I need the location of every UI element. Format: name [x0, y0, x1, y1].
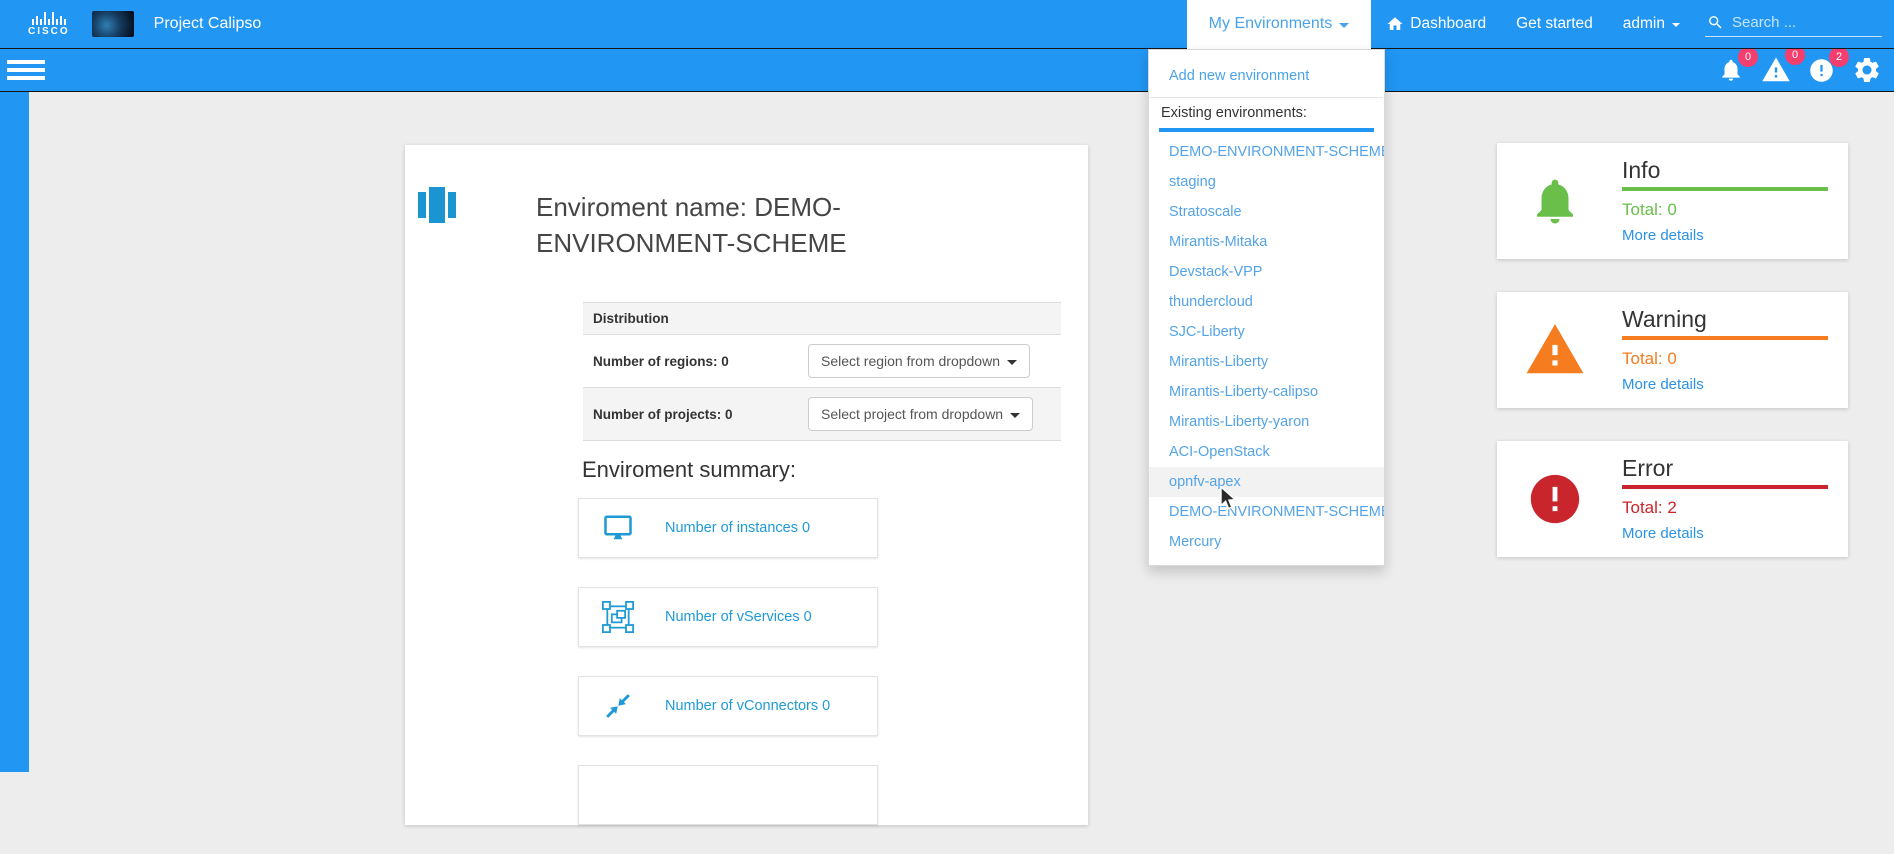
- nav-user-label: admin: [1623, 15, 1665, 33]
- navbar-menu: My Environments Dashboard Get started ad…: [1187, 0, 1894, 48]
- chevron-down-icon: [1007, 360, 1017, 365]
- top-navbar: CISCO Project Calipso My Environments Da…: [0, 0, 1894, 49]
- info-status-card: Info Total: 0 More details: [1497, 143, 1848, 259]
- env-menu-item[interactable]: Mirantis-Mitaka: [1149, 227, 1384, 257]
- warning-triangle-icon: [1523, 308, 1587, 392]
- notification-icons: 0 0 2: [1718, 55, 1882, 85]
- env-menu-item[interactable]: SJC-Liberty: [1149, 317, 1384, 347]
- chevron-down-icon: [1672, 23, 1680, 27]
- error-circle-icon: [1523, 457, 1587, 541]
- cisco-logo: CISCO: [28, 11, 70, 37]
- error-status-card: Error Total: 2 More details: [1497, 441, 1848, 557]
- select-project-label: Select project from dropdown: [821, 406, 1003, 422]
- environment-carousel-icon: [418, 185, 456, 225]
- select-region-label: Select region from dropdown: [821, 353, 1000, 369]
- mouse-cursor: [1218, 486, 1240, 512]
- vservices-link: Number of vServices 0: [665, 609, 812, 625]
- info-title: Info: [1622, 157, 1828, 184]
- vservices-summary-card[interactable]: Number of vServices 0: [578, 587, 878, 647]
- env-menu-item[interactable]: thundercloud: [1149, 287, 1384, 317]
- nav-dashboard-label: Dashboard: [1410, 15, 1486, 33]
- env-menu-item[interactable]: Mirantis-Liberty-calipso: [1149, 377, 1384, 407]
- menu-divider: [1150, 97, 1383, 98]
- vservices-icon: [601, 601, 635, 633]
- nav-user-menu[interactable]: admin: [1623, 15, 1680, 33]
- info-bell-icon: [1523, 159, 1587, 243]
- search-icon: [1707, 14, 1724, 31]
- info-underline: [1622, 187, 1828, 191]
- vconnectors-link: Number of vConnectors 0: [665, 698, 830, 714]
- info-total: Total: 0: [1622, 200, 1828, 220]
- regions-label: Number of regions: 0: [593, 354, 808, 369]
- env-menu-item[interactable]: Devstack-VPP: [1149, 257, 1384, 287]
- nav-get-started[interactable]: Get started: [1516, 15, 1593, 33]
- environment-title: Enviroment name: DEMO-ENVIRONMENT-SCHEME: [536, 189, 908, 261]
- env-menu-item[interactable]: DEMO-ENVIRONMENT-SCHEME: [1149, 137, 1384, 167]
- chevron-down-icon: [1010, 413, 1020, 418]
- notifications-bell-button[interactable]: 0: [1718, 57, 1744, 83]
- collapsed-sidebar[interactable]: [0, 92, 29, 772]
- search-box: [1705, 11, 1882, 37]
- summary-card-partial: [578, 765, 878, 825]
- env-menu-item[interactable]: Stratoscale: [1149, 197, 1384, 227]
- navbar-brand-group: CISCO Project Calipso: [0, 0, 261, 48]
- warnings-button[interactable]: 0: [1761, 55, 1791, 85]
- env-menu-item[interactable]: ACI-OpenStack: [1149, 437, 1384, 467]
- nav-dashboard[interactable]: Dashboard: [1386, 15, 1486, 33]
- cisco-bars-icon: [32, 11, 66, 25]
- instances-link: Number of instances 0: [665, 520, 810, 536]
- env-menu-item[interactable]: Mercury: [1149, 527, 1384, 557]
- error-badge: 2: [1829, 47, 1849, 67]
- add-environment-link[interactable]: Add new environment: [1149, 63, 1384, 89]
- existing-environments-heading: Existing environments:: [1149, 105, 1384, 121]
- projects-label: Number of projects: 0: [593, 407, 808, 422]
- hamburger-menu-icon[interactable]: [7, 56, 45, 84]
- cisco-wordmark: CISCO: [28, 26, 70, 37]
- gear-icon: [1852, 55, 1882, 85]
- warning-title: Warning: [1622, 306, 1828, 333]
- vconnectors-icon: [601, 691, 635, 721]
- app-title: Project Calipso: [154, 15, 262, 33]
- env-menu-item-hovered[interactable]: opnfv-apex: [1149, 467, 1384, 497]
- vconnectors-summary-card[interactable]: Number of vConnectors 0: [578, 676, 878, 736]
- menu-blue-rule: [1159, 128, 1374, 132]
- my-environments-label: My Environments: [1209, 15, 1333, 33]
- error-underline: [1622, 485, 1828, 489]
- status-column: Info Total: 0 More details Warning Total…: [1497, 143, 1848, 590]
- brand-image: [92, 11, 134, 37]
- distribution-heading: Distribution: [583, 303, 1061, 335]
- warning-underline: [1622, 336, 1828, 340]
- instances-summary-card[interactable]: Number of instances 0: [578, 498, 878, 558]
- error-total: Total: 2: [1622, 498, 1828, 518]
- search-input[interactable]: [1732, 14, 1880, 31]
- select-project-dropdown[interactable]: Select project from dropdown: [808, 397, 1033, 431]
- regions-row: Number of regions: 0 Select region from …: [583, 335, 1061, 388]
- environment-card: Enviroment name: DEMO-ENVIRONMENT-SCHEME…: [405, 145, 1088, 825]
- info-more-details-link[interactable]: More details: [1622, 227, 1828, 244]
- projects-row: Number of projects: 0 Select project fro…: [583, 388, 1061, 441]
- monitor-icon: [601, 513, 635, 543]
- chevron-down-icon: [1339, 23, 1349, 28]
- select-region-dropdown[interactable]: Select region from dropdown: [808, 344, 1030, 378]
- nav-get-started-label: Get started: [1516, 15, 1593, 33]
- my-environments-menu-toggle[interactable]: My Environments: [1187, 0, 1372, 49]
- distribution-table: Distribution Number of regions: 0 Select…: [583, 302, 1061, 441]
- error-more-details-link[interactable]: More details: [1622, 525, 1828, 542]
- error-title: Error: [1622, 455, 1828, 482]
- environments-dropdown-menu: Add new environment Existing environment…: [1148, 49, 1385, 566]
- warning-more-details-link[interactable]: More details: [1622, 376, 1828, 393]
- action-bar: 0 0 2: [0, 49, 1894, 92]
- home-icon: [1386, 15, 1404, 33]
- warning-total: Total: 0: [1622, 349, 1828, 369]
- environment-summary-list: Number of instances 0 Number of vService…: [578, 498, 878, 854]
- settings-button[interactable]: [1852, 55, 1882, 85]
- env-menu-item[interactable]: Mirantis-Liberty: [1149, 347, 1384, 377]
- env-menu-item[interactable]: DEMO-ENVIRONMENT-SCHEME: [1149, 497, 1384, 527]
- env-menu-item[interactable]: Mirantis-Liberty-yaron: [1149, 407, 1384, 437]
- errors-button[interactable]: 2: [1808, 57, 1835, 84]
- warning-status-card: Warning Total: 0 More details: [1497, 292, 1848, 408]
- bell-badge: 0: [1738, 47, 1758, 67]
- env-menu-item[interactable]: staging: [1149, 167, 1384, 197]
- environment-summary-heading: Enviroment summary:: [582, 457, 796, 483]
